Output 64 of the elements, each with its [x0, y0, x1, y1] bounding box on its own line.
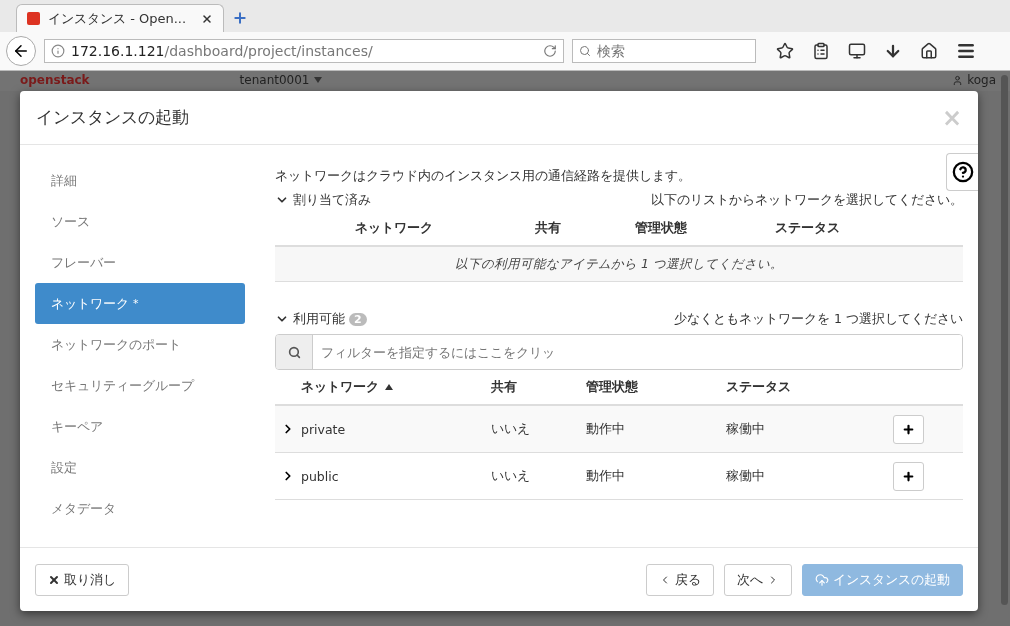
empty-message: 以下の利用可能なアイテムから 1 つ選択してください。	[275, 247, 963, 282]
wizard-step[interactable]: フレーバー	[35, 242, 245, 283]
table-cell-text: private	[301, 421, 347, 437]
new-tab-icon[interactable]	[232, 10, 248, 26]
wizard-step[interactable]: 詳細	[35, 160, 245, 201]
back-button[interactable]: 戻る	[646, 563, 714, 596]
table-cell-text: 稼働中	[726, 420, 766, 438]
brand-logo: openstack	[20, 72, 90, 89]
close-icon	[48, 573, 60, 586]
sort-icon	[385, 384, 393, 390]
wizard-step[interactable]: セキュリティーグループ	[35, 365, 245, 406]
column-header[interactable]: ネットワーク	[301, 378, 379, 396]
table-cell-text: 稼働中	[726, 467, 766, 485]
description-text: ネットワークはクラウド内のインスタンス用の通信経路を提供します。	[275, 168, 692, 185]
wizard-step[interactable]: ソース	[35, 201, 245, 242]
favicon-icon	[27, 12, 40, 25]
scrollbar[interactable]	[1001, 75, 1008, 605]
table-cell-text: いいえ	[491, 420, 531, 438]
info-icon[interactable]	[51, 44, 65, 58]
cancel-button[interactable]: 取り消し	[35, 563, 129, 596]
allocated-hint: 以下のリストからネットワークを選択してください。	[651, 191, 963, 209]
star-icon[interactable]	[776, 42, 794, 60]
screen-icon[interactable]	[848, 42, 866, 60]
back-button[interactable]	[6, 36, 36, 66]
allocated-toggle[interactable]: 割り当て済み	[275, 191, 371, 209]
menu-icon[interactable]	[956, 41, 976, 61]
table-cell-text: 動作中	[586, 420, 626, 438]
search-field[interactable]: 検索	[595, 42, 749, 60]
table-cell-text: public	[301, 468, 340, 484]
reload-icon[interactable]	[543, 44, 557, 58]
search-icon	[579, 44, 591, 58]
available-hint: 少なくともネットワークを 1 つ選択してください	[674, 310, 963, 328]
plus-icon	[902, 422, 915, 436]
add-button[interactable]	[893, 414, 924, 444]
count-badge: 2	[349, 312, 367, 326]
column-header[interactable]: 管理状態	[586, 378, 638, 396]
search-icon	[287, 345, 301, 359]
project-selector[interactable]: tenant0001	[239, 71, 310, 89]
add-button[interactable]	[893, 461, 924, 491]
table-cell-text: 動作中	[586, 467, 626, 485]
reading-list-icon[interactable]	[812, 42, 830, 60]
plus-icon	[902, 469, 915, 483]
wizard-step[interactable]: メタデータ	[35, 488, 245, 529]
user-menu[interactable]: koga	[967, 71, 996, 89]
next-button[interactable]: 次へ	[724, 563, 792, 596]
column-header[interactable]: ステータス	[726, 378, 791, 396]
download-icon[interactable]	[884, 42, 902, 60]
wizard-step[interactable]: 設定	[35, 447, 245, 488]
caret-icon	[313, 77, 322, 83]
wizard-step[interactable]: ネットワークのポート	[35, 324, 245, 365]
browser-tab[interactable]: インスタンス - Open...	[16, 4, 224, 32]
user-icon	[952, 74, 964, 86]
help-icon	[951, 161, 974, 183]
available-toggle[interactable]: 利用可能 2	[275, 310, 367, 328]
wizard-step[interactable]: キーペア	[35, 406, 245, 447]
dialog-title: インスタンスの起動	[36, 106, 189, 129]
help-button[interactable]	[946, 153, 978, 191]
url-field[interactable]: 172.16.1.121/dashboard/project/instances/	[44, 39, 564, 63]
home-icon[interactable]	[920, 42, 938, 60]
column-header[interactable]: 共有	[491, 378, 517, 396]
cloud-upload-icon	[815, 572, 829, 587]
search-box[interactable]: 検索	[572, 39, 756, 63]
table-cell-text: いいえ	[491, 467, 531, 485]
close-icon[interactable]	[201, 12, 213, 25]
